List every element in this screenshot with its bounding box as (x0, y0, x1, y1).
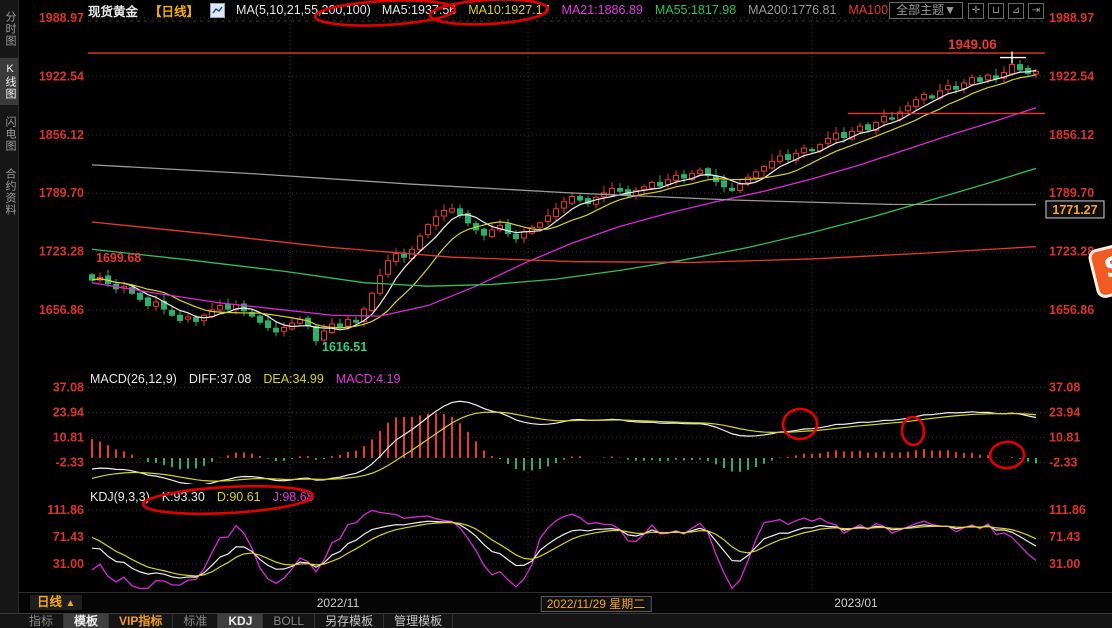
ma-value-2: MA10:1927.17 (468, 3, 549, 17)
svg-text:10.81: 10.81 (53, 430, 84, 444)
macd-dea-value: DEA:34.99 (263, 372, 323, 386)
sidebar-item-1[interactable]: 分时图 (0, 6, 18, 52)
ma-params-label: MA(5,10,21,55,200,100) (236, 3, 371, 17)
tab-6[interactable]: BOLL (263, 614, 315, 628)
svg-text:1656.86: 1656.86 (39, 303, 84, 317)
crosshair-icon[interactable]: ✛ (968, 3, 984, 19)
date-label-2: 2022/11/29 星期二 (541, 596, 652, 612)
svg-text:31.00: 31.00 (1049, 557, 1080, 571)
period-text: 日线 (37, 595, 62, 609)
tab-2[interactable]: 模板 (64, 614, 109, 628)
triangle-up-icon: ▲ (66, 598, 76, 609)
ma-value-6: MA100 (848, 3, 888, 17)
kdj-d-value: D:90.61 (217, 490, 261, 504)
date-axis: 日线 ▲ 2022/11 2022/11/29 星期二 2023/01 (18, 592, 1112, 613)
tab-3[interactable]: VIP指标 (109, 614, 173, 628)
svg-text:23.94: 23.94 (1049, 405, 1080, 419)
svg-text:1789.70: 1789.70 (1049, 186, 1094, 200)
tab-8[interactable]: 管理模板 (384, 614, 453, 628)
tab-7[interactable]: 另存模板 (315, 614, 384, 628)
tool-icon-group: ✛⊔⊿⇥ (968, 3, 1044, 19)
svg-text:1856.12: 1856.12 (1049, 128, 1094, 142)
svg-text:31.00: 31.00 (53, 557, 84, 571)
sidebar-item-4[interactable]: 合约资料 (0, 163, 18, 221)
indicator-icon[interactable] (210, 3, 225, 18)
svg-text:71.43: 71.43 (1049, 530, 1080, 544)
svg-text:37.08: 37.08 (1049, 380, 1080, 394)
macd-diff-value: DIFF:37.08 (189, 372, 252, 386)
trading-app: 1988.97 1988.97 1922.54 1922.54 1856.12 1856.… (0, 0, 1112, 628)
svg-text:1789.70: 1789.70 (39, 186, 84, 200)
svg-text:1922.54: 1922.54 (1049, 69, 1094, 83)
chart-canvas[interactable]: 1988.97 1988.97 1922.54 1922.54 1856.12 1856.… (0, 0, 1112, 628)
date-label-1: 2022/11 (317, 596, 360, 610)
kdj-j-value: J:98.68 (273, 490, 314, 504)
sidebar-item-2[interactable]: K线图 (0, 58, 18, 105)
svg-text:1922.54: 1922.54 (39, 69, 84, 83)
kdj-title: KDJ(9,3,3) (90, 490, 150, 504)
tab-4[interactable]: 标准 (173, 614, 218, 628)
svg-text:1856.12: 1856.12 (39, 128, 84, 142)
svg-text:23.94: 23.94 (53, 405, 84, 419)
ma-value-5: MA200:1776.81 (748, 3, 836, 17)
symbol-name: 现货黄金 (88, 1, 138, 20)
tab-5[interactable]: KDJ (218, 614, 263, 628)
sidebar: 分时图 K线图闪电图合约资料 (0, 0, 19, 613)
chart-header: 现货黄金 【日线】 MA(5,10,21,55,200,100) MA5:193… (88, 1, 888, 19)
pane-export-icon[interactable]: ⇥ (1028, 3, 1044, 19)
ma-values: MA5:1937.56 MA10:1927.17 MA21:1886.89 MA55:… (382, 3, 888, 17)
svg-text:1988.97: 1988.97 (39, 11, 84, 25)
ma-value-1: MA5:1937.56 (382, 3, 456, 17)
svg-text:1656.86: 1656.86 (1049, 303, 1094, 317)
svg-text:1723.28: 1723.28 (39, 245, 84, 259)
bottom-tabbar: 指标模板VIP指标标准KDJBOLL另存模板管理模板 (0, 613, 1112, 628)
axis-arrow-icon[interactable]: ⊿ (1008, 3, 1024, 19)
svg-text:37.08: 37.08 (53, 380, 84, 394)
kdj-k-value: K:93.30 (162, 490, 205, 504)
kdj-header: KDJ(9,3,3) K:93.30 D:90.61 J:98.68 (90, 490, 314, 504)
svg-text:-2.33: -2.33 (56, 455, 85, 469)
macd-header: MACD(26,12,9) DIFF:37.08 DEA:34.99 MACD:… (90, 372, 400, 386)
svg-text:71.43: 71.43 (53, 530, 84, 544)
period-label: 【日线】 (149, 1, 199, 20)
macd-macd-value: MACD:4.19 (336, 372, 401, 386)
macd-title: MACD(26,12,9) (90, 372, 177, 386)
ma-value-3: MA21:1886.89 (562, 3, 643, 17)
period-selector[interactable]: 日线 ▲ (30, 595, 82, 610)
svg-text:10.81: 10.81 (1049, 430, 1080, 444)
toolbar: 全部主题▼ ✛⊔⊿⇥ (889, 2, 1044, 19)
svg-text:111.86: 111.86 (1049, 503, 1086, 517)
axis-scale-icon[interactable]: ⊔ (988, 3, 1004, 19)
sidebar-item-3[interactable]: 闪电图 (0, 111, 18, 157)
svg-text:111.86: 111.86 (47, 503, 84, 517)
tab-1[interactable]: 指标 (19, 614, 64, 628)
svg-text:-2.33: -2.33 (1049, 455, 1078, 469)
svg-text:1988.97: 1988.97 (1049, 11, 1094, 25)
theme-dropdown[interactable]: 全部主题▼ (889, 2, 963, 19)
ma-value-4: MA55:1817.98 (655, 3, 736, 17)
date-label-3: 2023/01 (834, 596, 877, 610)
